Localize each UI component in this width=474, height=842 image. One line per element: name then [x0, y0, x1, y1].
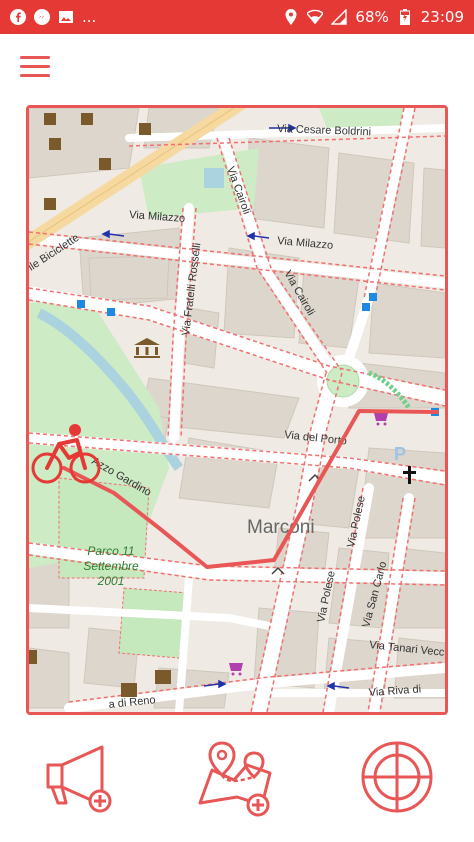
parking-marker: P: [394, 444, 406, 464]
menu-icon-bar: [20, 65, 50, 68]
gallery-icon: [58, 9, 74, 25]
map-view[interactable]: Via Cesare Boldrini Via Milazzo Via Mila…: [26, 105, 448, 715]
park-label-line: 2001: [97, 574, 125, 588]
locate-button[interactable]: [355, 735, 445, 825]
status-more: ...: [82, 8, 97, 26]
park-label-line: Settembre: [83, 559, 139, 573]
park-label-line: Parco 11: [87, 544, 134, 558]
map-canvas[interactable]: Via Cesare Boldrini Via Milazzo Via Mila…: [29, 108, 445, 712]
facebook-icon: [10, 9, 26, 25]
map-route-add-icon: [198, 741, 272, 817]
label-marconi: Marconi: [247, 517, 315, 538]
messenger-icon: [34, 9, 50, 25]
status-right: 68% 23:09: [283, 8, 464, 26]
battery-icon: [397, 9, 413, 25]
megaphone-add-icon: [46, 745, 112, 813]
battery-percent: 68%: [355, 8, 389, 26]
menu-button[interactable]: [20, 56, 52, 80]
clock: 23:09: [420, 8, 464, 26]
location-icon: [283, 9, 299, 25]
menu-icon-bar: [20, 74, 50, 77]
roundabout-center: [326, 364, 360, 398]
crosshair-icon: [361, 741, 433, 813]
report-megaphone-button[interactable]: [30, 735, 120, 825]
signal-icon: [331, 9, 348, 25]
bottom-action-bar: [0, 735, 474, 825]
add-route-button[interactable]: [192, 735, 282, 825]
wifi-icon: [307, 9, 324, 25]
menu-icon-bar: [20, 56, 50, 59]
status-bar: ... 68% 23:09: [0, 0, 474, 34]
status-left: ...: [10, 8, 96, 26]
